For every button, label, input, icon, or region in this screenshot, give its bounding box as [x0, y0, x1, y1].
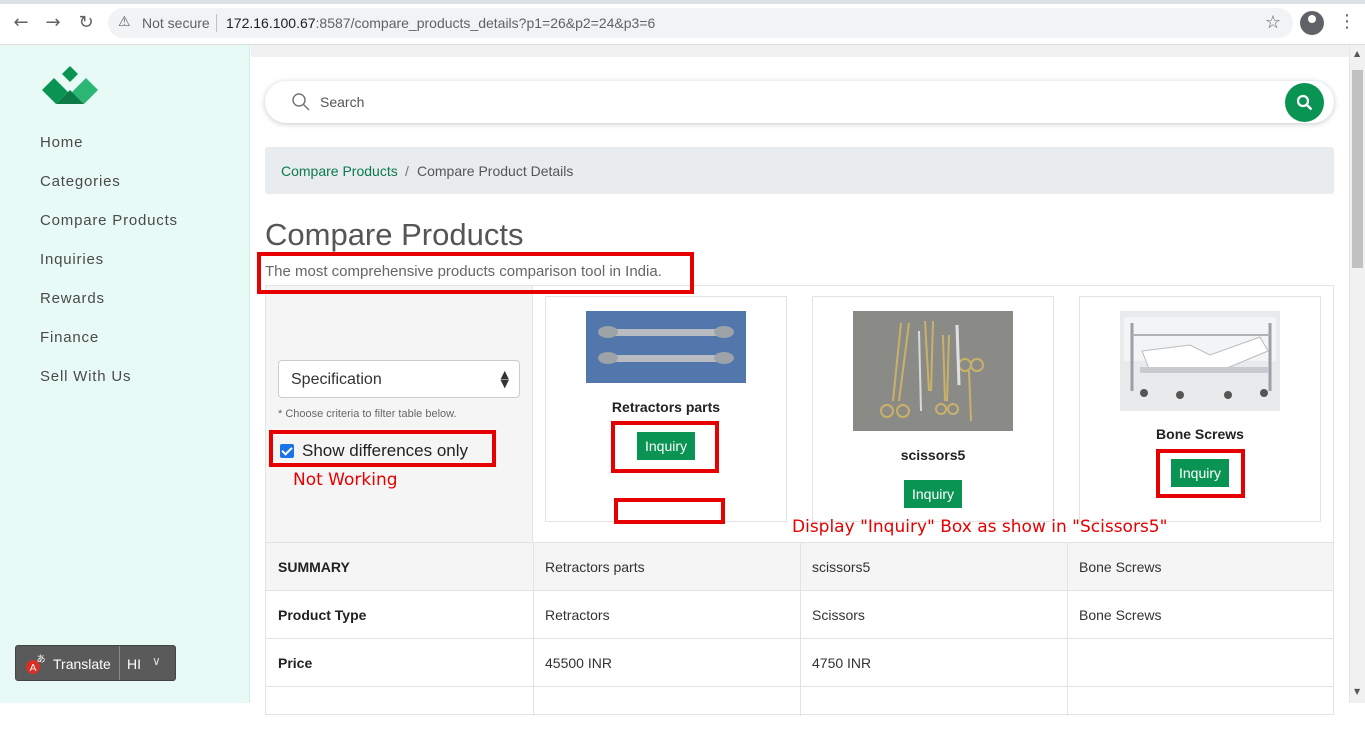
bookmark-star-icon[interactable]: ☆: [1265, 12, 1281, 33]
scroll-up-icon[interactable]: ▲: [1354, 49, 1360, 58]
criteria-select[interactable]: Specification ▲ ▼: [278, 360, 520, 398]
search-button[interactable]: [1285, 83, 1324, 122]
criteria-select-value: Specification: [291, 371, 382, 388]
security-label: Not secure: [142, 15, 210, 31]
product-card: Bone Screws Inquiry: [1079, 296, 1321, 522]
warning-icon: ⚠: [118, 14, 131, 30]
browser-menu-icon[interactable]: ⋮: [1338, 11, 1356, 32]
url-text[interactable]: 172.16.100.67:8587/compare_products_deta…: [226, 15, 655, 31]
page-subtitle: The most comprehensive products comparis…: [265, 263, 662, 280]
translate-widget[interactable]: A あ Translate HI ∨: [15, 645, 176, 681]
reload-icon[interactable]: ↻: [75, 12, 97, 34]
sidebar: Home Categories Compare Products Inquiri…: [0, 45, 250, 703]
search-input[interactable]: [320, 92, 1220, 112]
sidebar-item-inquiries[interactable]: Inquiries: [40, 251, 104, 268]
scroll-down-icon[interactable]: ▼: [1354, 687, 1360, 696]
inquiry-button[interactable]: Inquiry: [637, 432, 695, 460]
sidebar-item-categories[interactable]: Categories: [40, 173, 121, 190]
sidebar-item-rewards[interactable]: Rewards: [40, 290, 105, 307]
sidebar-item-compare-products[interactable]: Compare Products: [40, 212, 178, 229]
main-content: Compare Products / Compare Product Detai…: [251, 45, 1349, 716]
cell: Bone Screws: [1079, 607, 1162, 623]
sidebar-item-finance[interactable]: Finance: [40, 329, 99, 346]
brand-logo-icon[interactable]: [40, 60, 100, 105]
page-title: Compare Products: [265, 217, 524, 252]
chevron-down-icon[interactable]: ∨: [152, 654, 161, 668]
forward-icon[interactable]: →: [42, 12, 64, 34]
breadcrumb-separator: /: [405, 163, 409, 179]
inquiry-button[interactable]: Inquiry: [1171, 459, 1229, 487]
translate-language[interactable]: HI: [127, 656, 141, 672]
cell: Bone Screws: [1079, 559, 1162, 575]
breadcrumb-link-compare-products[interactable]: Compare Products: [281, 163, 398, 179]
cell: Retractors: [545, 607, 610, 623]
filter-hint: * Choose criteria to filter table below.: [278, 408, 457, 420]
show-differences-checkbox[interactable]: [280, 444, 294, 458]
compare-table: Specification ▲ ▼ * Choose criteria to fi…: [265, 285, 1334, 716]
breadcrumb: Compare Products / Compare Product Detai…: [265, 147, 1334, 194]
divider: [533, 542, 534, 716]
product-name: scissors5: [900, 447, 966, 463]
cell: scissors5: [812, 559, 871, 575]
cell: 4750 INR: [812, 655, 872, 671]
search-icon: [1296, 94, 1313, 111]
row-label: Product Type: [278, 607, 367, 623]
svg-text:あ: あ: [36, 654, 45, 665]
search-bar: [265, 81, 1334, 123]
translate-label: Translate: [53, 656, 111, 672]
divider: [216, 14, 217, 32]
row-label: Price: [278, 655, 313, 671]
product-image-scissors[interactable]: [853, 311, 1013, 431]
divider: [119, 646, 120, 680]
product-image-retractors[interactable]: [586, 311, 746, 383]
inquiry-button[interactable]: Inquiry: [904, 480, 962, 508]
search-icon: [292, 93, 310, 111]
row-label: SUMMARY: [278, 559, 350, 575]
cell: Retractors parts: [545, 559, 645, 575]
address-bar[interactable]: ⚠ Not secure 172.16.100.67:8587/compare_…: [108, 8, 1293, 38]
divider: [800, 542, 801, 716]
cell: Scissors: [812, 607, 865, 623]
select-arrows-icon: ▲ ▼: [500, 368, 509, 390]
browser-toolbar: ← → ↻ ⚠ Not secure 172.16.100.67:8587/co…: [0, 0, 1365, 45]
tab-strip: [0, 0, 1365, 4]
product-card: scissors5 Inquiry: [812, 296, 1054, 522]
sidebar-item-home[interactable]: Home: [40, 134, 83, 151]
page-container: Compare Products / Compare Product Detai…: [251, 57, 1349, 716]
profile-avatar-icon[interactable]: [1300, 11, 1324, 35]
scrollbar-thumb[interactable]: [1352, 70, 1363, 268]
filter-panel: Specification ▲ ▼ * Choose criteria to fi…: [266, 286, 533, 542]
page-scrollbar[interactable]: ▲ ▼: [1349, 45, 1365, 703]
annotation-not-working: Not Working: [293, 470, 398, 490]
show-differences-label[interactable]: Show differences only: [302, 441, 468, 461]
annotation-display-inquiry: Display "Inquiry" Box as show in "Scisso…: [792, 517, 1168, 537]
cell: 45500 INR: [545, 655, 612, 671]
divider: [1067, 542, 1068, 716]
breadcrumb-current: Compare Product Details: [417, 163, 574, 179]
sidebar-item-sell-with-us[interactable]: Sell With Us: [40, 368, 131, 385]
product-name: Bone Screws: [1156, 426, 1244, 442]
back-icon[interactable]: ←: [10, 12, 32, 34]
product-name: Retractors parts: [611, 399, 721, 415]
translate-icon: A あ: [26, 654, 46, 674]
product-card: Retractors parts Inquiry: [545, 296, 787, 522]
product-image-bone-screws[interactable]: [1120, 311, 1280, 411]
